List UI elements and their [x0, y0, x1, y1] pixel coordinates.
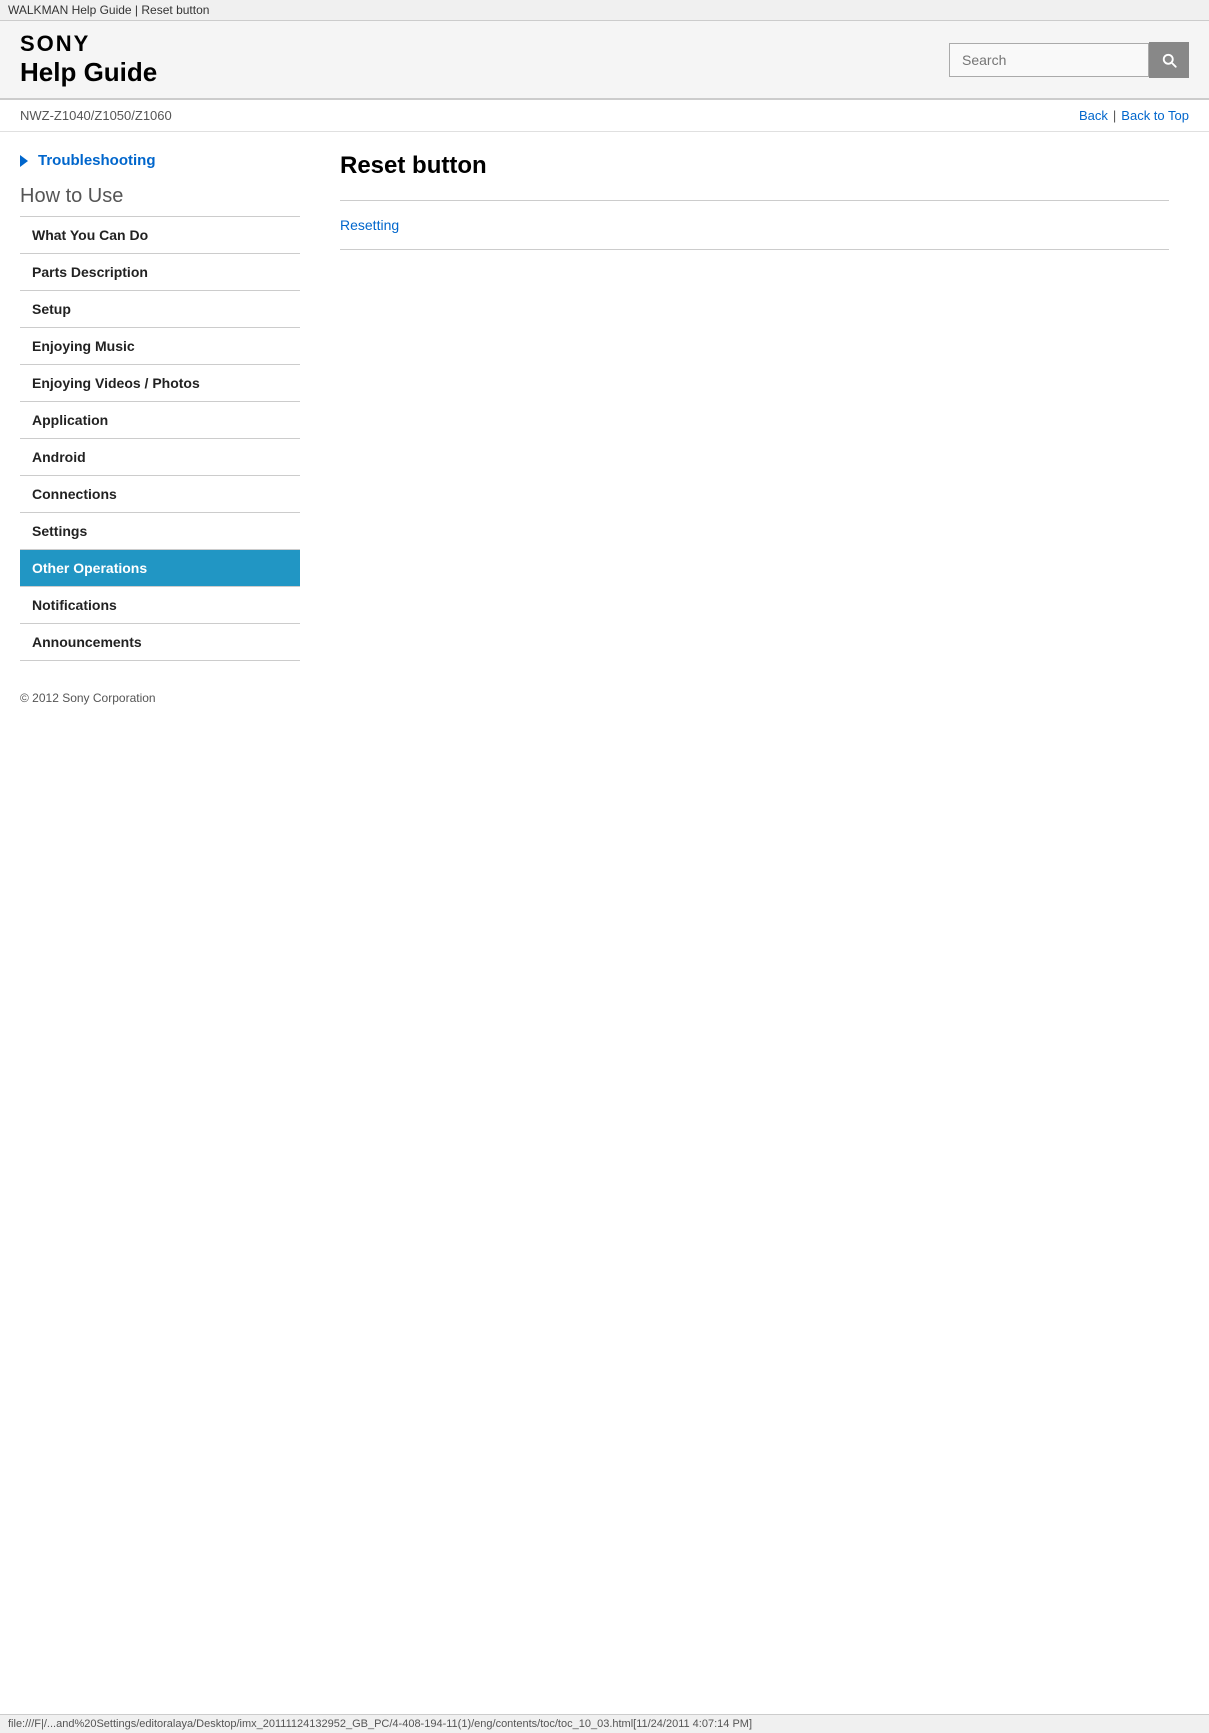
logo-area: SONY Help Guide: [20, 31, 157, 88]
sidebar-item-settings[interactable]: Settings: [20, 513, 300, 550]
troubleshooting-label: Troubleshooting: [38, 152, 156, 169]
sidebar-item-application[interactable]: Application: [20, 402, 300, 439]
back-to-top-link[interactable]: Back to Top: [1121, 108, 1189, 123]
sidebar: Troubleshooting How to Use What You Can …: [20, 142, 300, 661]
sidebar-item-what-you-can-do[interactable]: What You Can Do: [20, 217, 300, 254]
nav-bar: NWZ-Z1040/Z1050/Z1060 Back | Back to Top: [0, 100, 1209, 132]
sidebar-item-enjoying-videos-photos[interactable]: Enjoying Videos / Photos: [20, 365, 300, 402]
resetting-link[interactable]: Resetting: [340, 217, 399, 233]
page-heading: Reset button: [340, 152, 1169, 180]
title-bar-text: WALKMAN Help Guide | Reset button: [8, 3, 209, 17]
main-layout: Troubleshooting How to Use What You Can …: [0, 132, 1209, 671]
bottom-bar-text: file:///F|/...and%20Settings/editoralaya…: [8, 1718, 752, 1730]
sidebar-item-setup[interactable]: Setup: [20, 291, 300, 328]
sidebar-item-parts-description[interactable]: Parts Description: [20, 254, 300, 291]
content-top-divider: [340, 200, 1169, 201]
content-bottom-divider: [340, 249, 1169, 250]
troubleshooting-link[interactable]: Troubleshooting: [20, 152, 300, 169]
sidebar-item-android[interactable]: Android: [20, 439, 300, 476]
sidebar-item-announcements[interactable]: Announcements: [20, 624, 300, 661]
nav-divider: |: [1113, 108, 1116, 123]
copyright-text: © 2012 Sony Corporation: [20, 691, 156, 705]
footer: © 2012 Sony Corporation: [0, 671, 1209, 713]
back-link[interactable]: Back: [1079, 108, 1108, 123]
sidebar-item-connections[interactable]: Connections: [20, 476, 300, 513]
search-area: [949, 42, 1189, 78]
search-icon: [1160, 51, 1178, 69]
sony-logo: SONY: [20, 31, 157, 57]
sidebar-item-other-operations[interactable]: Other Operations: [20, 550, 300, 587]
bottom-bar: file:///F|/...and%20Settings/editoralaya…: [0, 1714, 1209, 1733]
sidebar-item-enjoying-music[interactable]: Enjoying Music: [20, 328, 300, 365]
chevron-right-icon: [20, 155, 28, 167]
search-button[interactable]: [1149, 42, 1189, 78]
main-content: Reset button Resetting: [320, 142, 1189, 661]
sidebar-item-notifications[interactable]: Notifications: [20, 587, 300, 624]
how-to-use-heading: How to Use: [20, 185, 300, 208]
help-guide-title: Help Guide: [20, 57, 157, 88]
search-input[interactable]: [949, 43, 1149, 77]
header: SONY Help Guide: [0, 21, 1209, 100]
device-model: NWZ-Z1040/Z1050/Z1060: [20, 108, 172, 123]
nav-links: Back | Back to Top: [1079, 108, 1189, 123]
title-bar: WALKMAN Help Guide | Reset button: [0, 0, 1209, 21]
